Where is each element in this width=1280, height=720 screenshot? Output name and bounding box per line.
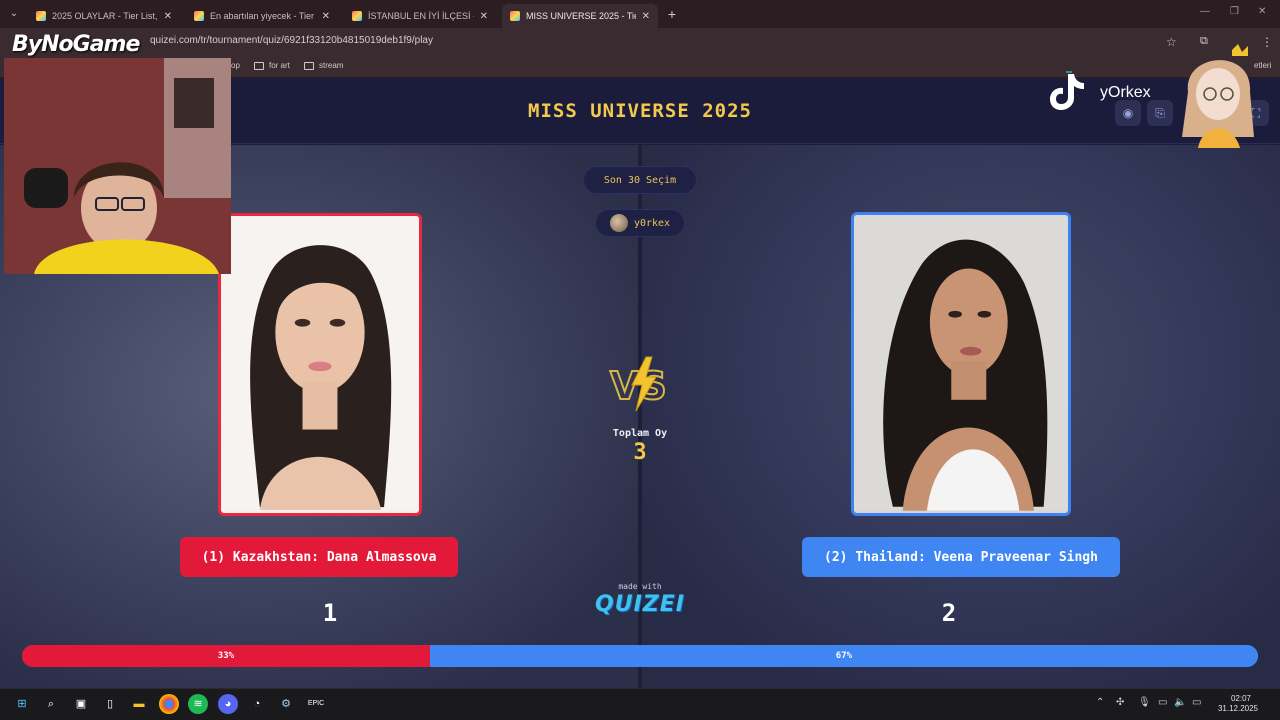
browser-tab[interactable]: En abartılan yiyecek - Tier List | ✕ xyxy=(186,4,338,28)
tray-chevron-icon[interactable]: ⌃ xyxy=(1096,697,1104,708)
spotify-icon[interactable]: ≋ xyxy=(188,694,208,714)
eye-icon[interactable]: ◉ xyxy=(1115,100,1141,126)
share-icon[interactable]: ⎘ xyxy=(1147,100,1173,126)
tab-label: 2025 OLAYLAR - Tier List, Kör S xyxy=(52,11,158,21)
total-votes-label: Toplam Oy xyxy=(612,428,668,439)
recent-choices-pill[interactable]: Son 30 Seçim xyxy=(583,166,697,194)
volume-icon[interactable]: 🔈 xyxy=(1174,697,1186,708)
contestant-card-left[interactable] xyxy=(218,213,422,516)
epic-games-icon[interactable]: EPIC xyxy=(306,694,326,714)
close-tab-icon[interactable]: ✕ xyxy=(164,11,172,22)
steam-icon[interactable]: ⚙ xyxy=(276,694,296,714)
bookmark-label: op xyxy=(231,61,240,70)
battery-icon[interactable]: ▭ xyxy=(1192,697,1201,708)
app-icon[interactable]: ◔ xyxy=(247,694,267,714)
bookmark-label: for art xyxy=(269,61,290,70)
contestant-photo-left xyxy=(221,216,419,511)
tab-favicon-icon xyxy=(352,11,362,21)
more-menu-icon[interactable]: ⋮ xyxy=(1261,35,1273,49)
bookmark-label: stream xyxy=(319,61,344,70)
bookmark-folder[interactable]: stream xyxy=(304,61,343,70)
windows-start-icon[interactable]: ⊞ xyxy=(12,694,32,714)
close-window-icon[interactable]: ✕ xyxy=(1258,6,1266,17)
score-right: 2 xyxy=(941,599,957,627)
webcam-overlay xyxy=(4,58,231,274)
anime-avatar-overlay xyxy=(1182,44,1254,148)
vote-bar-left: 33% xyxy=(22,645,430,667)
recent-choices-label: Son 30 Seçim xyxy=(603,174,677,186)
browser-tab[interactable]: İSTANBUL EN İYİ İLÇESİ - Tier Li ✕ xyxy=(344,4,496,28)
tray-app-icon[interactable]: ✣ xyxy=(1116,697,1124,708)
tab-favicon-icon xyxy=(510,11,520,21)
new-tab-icon[interactable]: + xyxy=(664,5,680,23)
network-icon[interactable]: ▭ xyxy=(1158,697,1167,708)
close-tab-icon[interactable]: ✕ xyxy=(642,11,650,22)
microphone-icon[interactable]: 🎙 xyxy=(1138,697,1151,708)
close-tab-icon[interactable]: ✕ xyxy=(322,11,330,22)
vote-percent-left: 33% xyxy=(217,651,235,661)
username: y0rkex xyxy=(633,217,671,229)
clock-time[interactable]: 02:07 xyxy=(1216,694,1266,703)
tab-label: En abartılan yiyecek - Tier List | xyxy=(210,11,316,21)
bookmark-star-icon[interactable]: ☆ xyxy=(1166,35,1177,49)
score-left: 1 xyxy=(322,599,338,627)
file-icon[interactable]: ▯ xyxy=(100,694,120,714)
vote-percentage-bar: 33% 67% xyxy=(22,645,1258,667)
address-bar[interactable]: quizei.com/tr/tournament/quiz/6921f33120… xyxy=(150,35,433,46)
total-votes-value: 3 xyxy=(633,440,647,465)
file-explorer-icon[interactable]: ▬ xyxy=(129,694,149,714)
tab-label: MISS UNIVERSE 2025 - Tier Lis xyxy=(526,11,636,21)
contestant-card-right[interactable] xyxy=(851,212,1071,516)
contestant-photo-right xyxy=(854,215,1068,511)
vote-button-right[interactable]: (2) Thailand: Veena Praveenar Singh xyxy=(802,537,1120,577)
brand-logo: ByNoGame xyxy=(12,32,140,57)
browser-tab-active[interactable]: MISS UNIVERSE 2025 - Tier Lis ✕ xyxy=(502,4,658,28)
tab-favicon-icon xyxy=(194,11,204,21)
task-view-icon[interactable]: ▣ xyxy=(71,694,91,714)
chrome-icon[interactable] xyxy=(159,694,179,714)
bookmark-folder[interactable]: for art xyxy=(254,61,290,70)
avatar xyxy=(609,214,628,232)
tab-label: İSTANBUL EN İYİ İLÇESİ - Tier Li xyxy=(368,11,474,21)
search-icon[interactable]: ⌕ xyxy=(41,694,61,714)
quizei-logo[interactable]: QUIZEI xyxy=(590,592,690,617)
tab-favicon-icon xyxy=(36,11,46,21)
bookmark-item[interactable]: op xyxy=(231,61,240,70)
tab-search-icon[interactable]: ⌄ xyxy=(6,6,22,22)
restore-icon[interactable]: ❐ xyxy=(1230,6,1239,17)
vote-button-left[interactable]: (1) Kazakhstan: Dana Almassova xyxy=(180,537,458,577)
user-pill[interactable]: y0rkex xyxy=(595,209,685,237)
vote-bar-right: 67% xyxy=(429,645,1258,667)
tiktok-icon xyxy=(1050,71,1084,110)
tiktok-handle: yOrkex xyxy=(1100,84,1151,101)
versus-icon: VS xyxy=(609,356,668,412)
made-with-label: made with xyxy=(618,582,662,591)
browser-tab[interactable]: 2025 OLAYLAR - Tier List, Kör S ✕ xyxy=(28,4,180,28)
close-tab-icon[interactable]: ✕ xyxy=(480,11,488,22)
folder-icon xyxy=(254,61,264,70)
vote-percent-right: 67% xyxy=(835,651,853,661)
discord-icon[interactable]: ◕ xyxy=(218,694,238,714)
clock-date[interactable]: 31.12.2025 xyxy=(1210,704,1266,713)
minimize-icon[interactable]: — xyxy=(1200,6,1210,17)
folder-icon xyxy=(304,61,314,70)
webcam-feed xyxy=(4,58,231,274)
